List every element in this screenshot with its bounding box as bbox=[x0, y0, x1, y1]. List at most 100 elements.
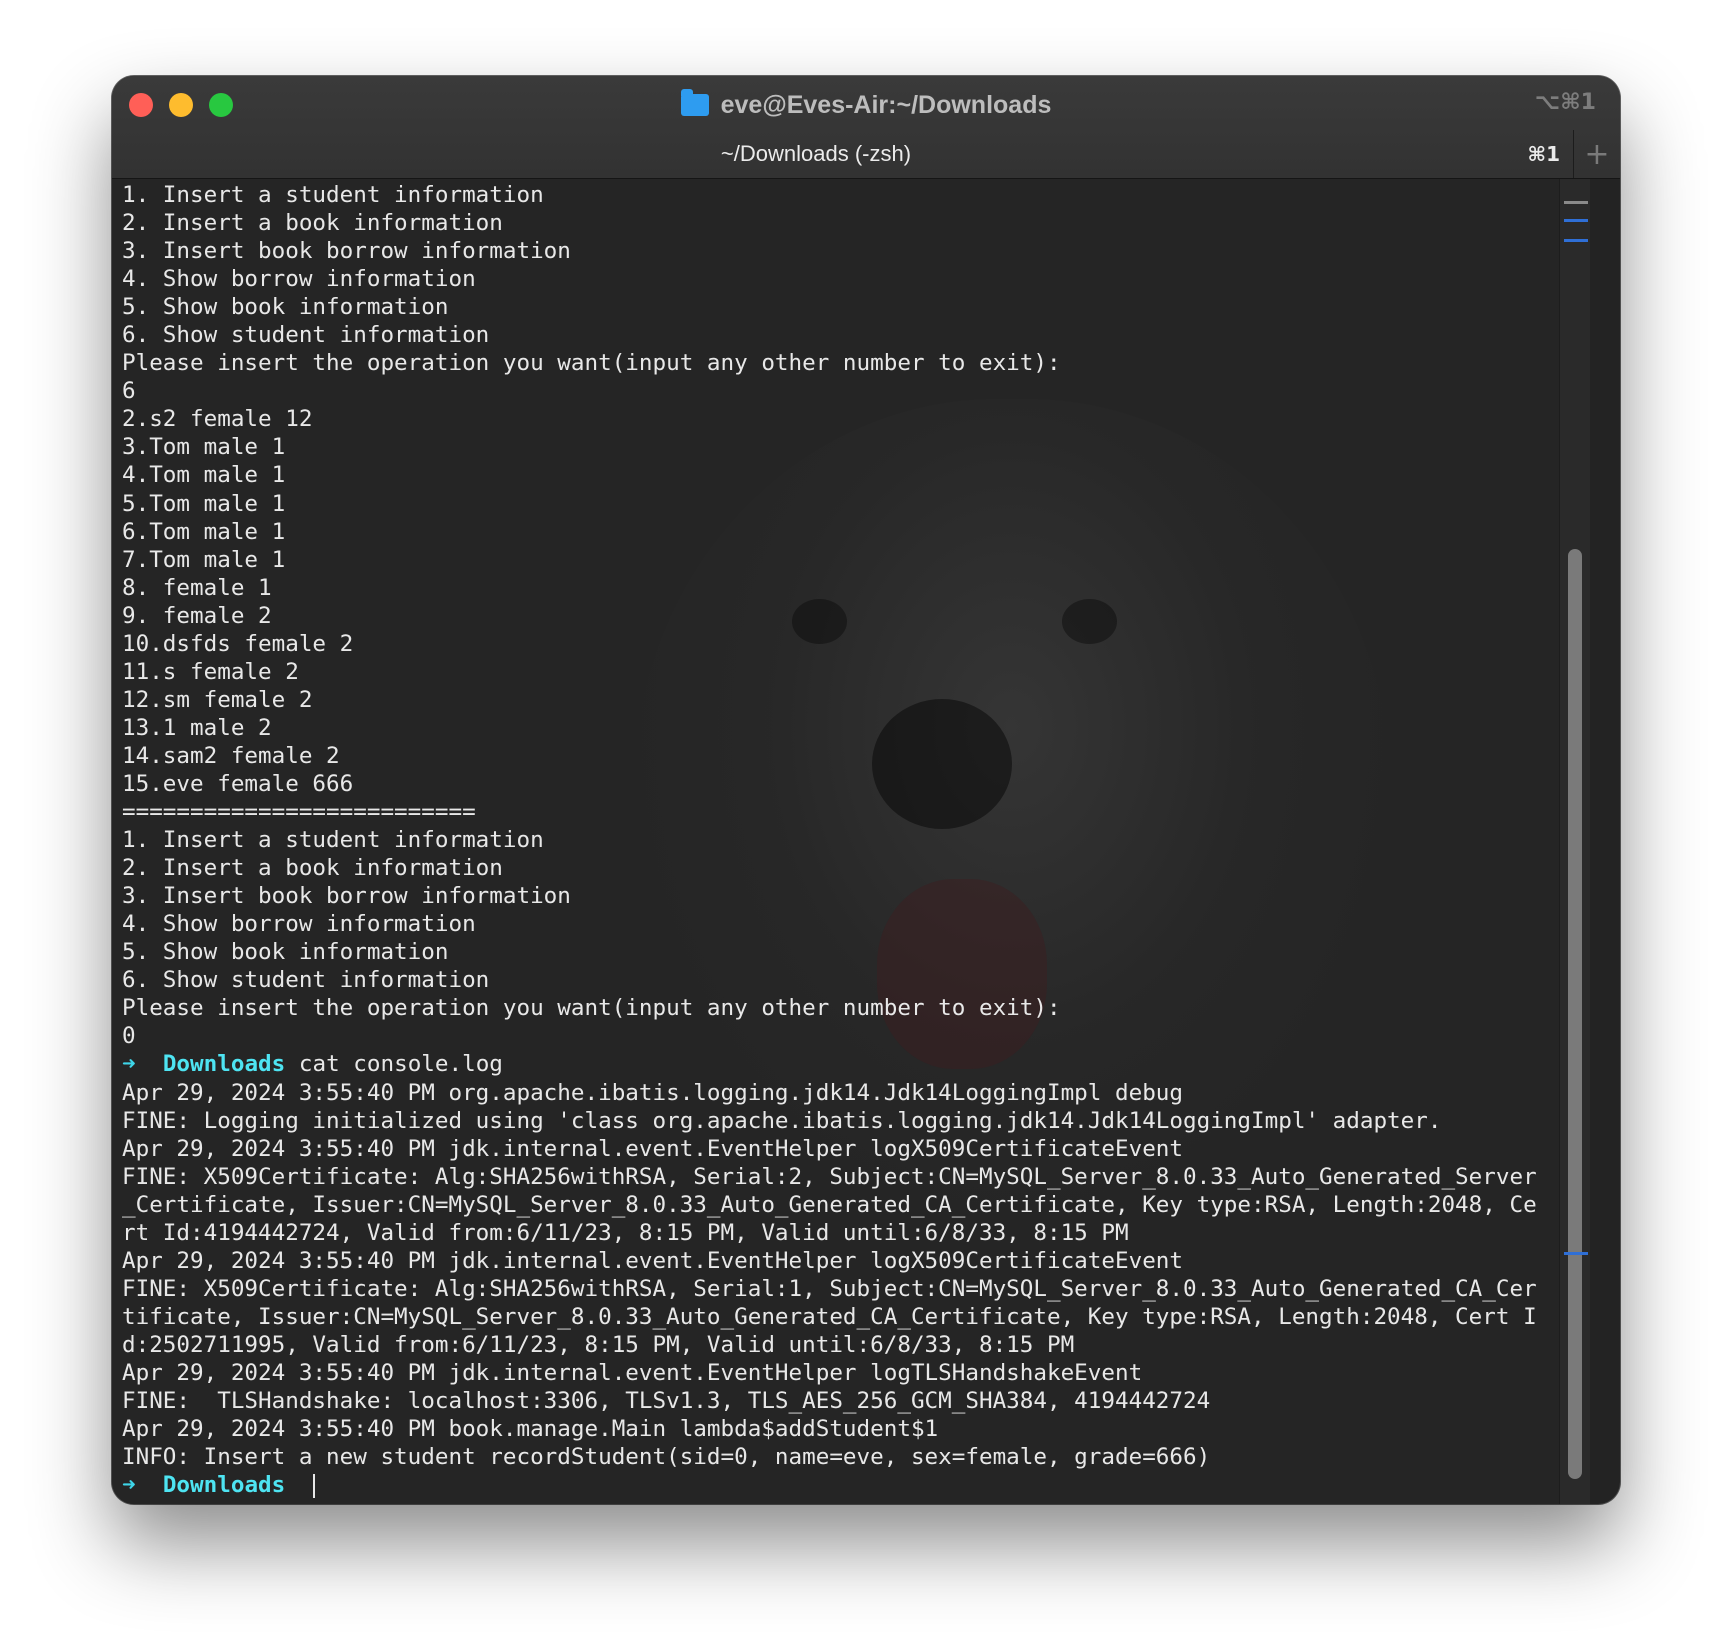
output-text: 5.Tom male 1 bbox=[122, 490, 286, 517]
output-text: 14.sam2 female 2 bbox=[122, 742, 340, 769]
scroll-marker bbox=[1564, 239, 1588, 242]
output-text: tificate, Issuer:CN=MySQL_Server_8.0.33_… bbox=[122, 1303, 1537, 1330]
output-line: 6.Tom male 1 bbox=[122, 518, 1558, 546]
output-text: Apr 29, 2024 3:55:40 PM jdk.internal.eve… bbox=[122, 1247, 1184, 1274]
output-line: 6 bbox=[122, 377, 1558, 405]
output-line: Please insert the operation you want(inp… bbox=[122, 994, 1558, 1022]
scroll-marker bbox=[1564, 201, 1588, 204]
output-line: d:2502711995, Valid from:6/11/23, 8:15 P… bbox=[122, 1331, 1558, 1359]
prompt-line: ➜ Downloads bbox=[122, 1471, 1558, 1499]
output-text: Please insert the operation you want(inp… bbox=[122, 350, 1061, 377]
output-text: ========================== bbox=[122, 799, 476, 826]
output-line: 11.s female 2 bbox=[122, 658, 1558, 686]
output-text: 10.dsfds female 2 bbox=[122, 630, 354, 657]
output-line: Apr 29, 2024 3:55:40 PM org.apache.ibati… bbox=[122, 1079, 1558, 1107]
output-text: 5. Show book information bbox=[122, 939, 449, 966]
output-line: 4.Tom male 1 bbox=[122, 461, 1558, 489]
output-line: FINE: Logging initialized using 'class o… bbox=[122, 1107, 1558, 1135]
window-title-text: eve@Eves-Air:~/Downloads bbox=[720, 90, 1052, 119]
prompt-arrow-icon: ➜ bbox=[122, 1472, 136, 1499]
tab-downloads-zsh[interactable]: ~/Downloads (-zsh) bbox=[112, 130, 1520, 178]
terminal-output[interactable]: 1. Insert a student information 2. Insert… bbox=[122, 181, 1558, 1499]
output-text: Apr 29, 2024 3:55:40 PM jdk.internal.eve… bbox=[122, 1359, 1143, 1386]
output-line: 7.Tom male 1 bbox=[122, 546, 1558, 574]
output-text: _Certificate, Issuer:CN=MySQL_Server_8.0… bbox=[122, 1191, 1537, 1218]
vertical-scrollbar[interactable] bbox=[1559, 179, 1590, 1504]
output-text: FINE: Logging initialized using 'class o… bbox=[122, 1107, 1442, 1134]
output-line: 5.Tom male 1 bbox=[122, 490, 1558, 518]
text-cursor bbox=[312, 1473, 315, 1498]
window-shortcut: ⌥⌘1 bbox=[1534, 90, 1596, 115]
prompt-directory: Downloads bbox=[162, 1472, 286, 1499]
output-line: 9. female 2 bbox=[122, 602, 1558, 630]
output-line: INFO: Insert a new student recordStudent… bbox=[122, 1443, 1558, 1471]
window-title: eve@Eves-Air:~/Downloads bbox=[112, 84, 1620, 126]
output-text: 3.Tom male 1 bbox=[122, 434, 286, 461]
output-line: 2. Insert a book information bbox=[122, 854, 1558, 882]
terminal-window: eve@Eves-Air:~/Downloads ⌥⌘1 ~/Downloads… bbox=[112, 76, 1620, 1504]
folder-icon bbox=[680, 89, 709, 116]
output-line: FINE: X509Certificate: Alg:SHA256withRSA… bbox=[122, 1163, 1558, 1191]
output-line: 14.sam2 female 2 bbox=[122, 742, 1558, 770]
scroll-marker bbox=[1564, 219, 1588, 222]
output-text: 0 bbox=[122, 1023, 136, 1050]
output-text: 2. Insert a book information bbox=[122, 855, 503, 882]
tab-shortcut: ⌘1 bbox=[1527, 142, 1560, 166]
output-text: 7.Tom male 1 bbox=[122, 546, 286, 573]
title-bar[interactable]: eve@Eves-Air:~/Downloads ⌥⌘1 ~/Downloads… bbox=[112, 76, 1620, 179]
output-line: 10.dsfds female 2 bbox=[122, 630, 1558, 658]
scroll-marker bbox=[1564, 1252, 1588, 1255]
output-text: INFO: Insert a new student recordStudent… bbox=[122, 1444, 1211, 1471]
output-text: Apr 29, 2024 3:55:40 PM book.manage.Main… bbox=[122, 1416, 939, 1443]
output-text: Please insert the operation you want(inp… bbox=[122, 995, 1061, 1022]
output-line: 0 bbox=[122, 1022, 1558, 1050]
output-line: 1. Insert a student information bbox=[122, 181, 1558, 209]
output-line: ========================== bbox=[122, 798, 1558, 826]
output-line: 6. Show student information bbox=[122, 321, 1558, 349]
prompt-arrow-icon: ➜ bbox=[122, 1051, 136, 1078]
output-line: 3.Tom male 1 bbox=[122, 433, 1558, 461]
output-text: 6.Tom male 1 bbox=[122, 518, 286, 545]
output-line: FINE: X509Certificate: Alg:SHA256withRSA… bbox=[122, 1275, 1558, 1303]
prompt-line: ➜ Downloads cat console.log bbox=[122, 1050, 1558, 1078]
output-text: 6. Show student information bbox=[122, 322, 490, 349]
output-line: 8. female 1 bbox=[122, 574, 1558, 602]
output-line: Apr 29, 2024 3:55:40 PM book.manage.Main… bbox=[122, 1415, 1558, 1443]
terminal-content[interactable]: 1. Insert a student information 2. Insert… bbox=[112, 179, 1590, 1504]
output-line: Apr 29, 2024 3:55:40 PM jdk.internal.eve… bbox=[122, 1247, 1558, 1275]
output-line: rt Id:4194442724, Valid from:6/11/23, 8:… bbox=[122, 1219, 1558, 1247]
output-text: 13.1 male 2 bbox=[122, 714, 272, 741]
output-text: Apr 29, 2024 3:55:40 PM jdk.internal.eve… bbox=[122, 1135, 1184, 1162]
output-line: Apr 29, 2024 3:55:40 PM jdk.internal.eve… bbox=[122, 1359, 1558, 1387]
output-text: 12.sm female 2 bbox=[122, 686, 313, 713]
output-text: 1. Insert a student information bbox=[122, 182, 544, 208]
output-line: tificate, Issuer:CN=MySQL_Server_8.0.33_… bbox=[122, 1303, 1558, 1331]
output-line: 3. Insert book borrow information bbox=[122, 237, 1558, 265]
output-line: 2. Insert a book information bbox=[122, 209, 1558, 237]
output-text: Apr 29, 2024 3:55:40 PM org.apache.ibati… bbox=[122, 1079, 1184, 1106]
output-line: 1. Insert a student information bbox=[122, 826, 1558, 854]
command-text: cat console.log bbox=[285, 1051, 503, 1078]
output-text: 8. female 1 bbox=[122, 574, 272, 601]
output-line: 3. Insert book borrow information bbox=[122, 882, 1558, 910]
output-text: 11.s female 2 bbox=[122, 658, 299, 685]
output-line: 6. Show student information bbox=[122, 966, 1558, 994]
output-line: Please insert the operation you want(inp… bbox=[122, 349, 1558, 377]
output-text: 5. Show book information bbox=[122, 294, 449, 321]
output-text: 4. Show borrow information bbox=[122, 911, 476, 938]
prompt-directory: Downloads bbox=[162, 1051, 286, 1078]
output-text: 3. Insert book borrow information bbox=[122, 883, 571, 910]
output-line: 5. Show book information bbox=[122, 293, 1558, 321]
new-tab-button[interactable]: + bbox=[1573, 130, 1620, 178]
output-line: 15.eve female 666 bbox=[122, 770, 1558, 798]
output-text: 6. Show student information bbox=[122, 967, 490, 994]
output-text: d:2502711995, Valid from:6/11/23, 8:15 P… bbox=[122, 1331, 1075, 1358]
output-line: Apr 29, 2024 3:55:40 PM jdk.internal.eve… bbox=[122, 1135, 1558, 1163]
output-line: 4. Show borrow information bbox=[122, 265, 1558, 293]
scrollbar-thumb[interactable] bbox=[1568, 549, 1582, 1479]
output-line: 13.1 male 2 bbox=[122, 714, 1558, 742]
output-text: 15.eve female 666 bbox=[122, 770, 354, 797]
output-text: 4. Show borrow information bbox=[122, 266, 476, 293]
output-line: 5. Show book information bbox=[122, 938, 1558, 966]
output-text: FINE: X509Certificate: Alg:SHA256withRSA… bbox=[122, 1163, 1537, 1190]
